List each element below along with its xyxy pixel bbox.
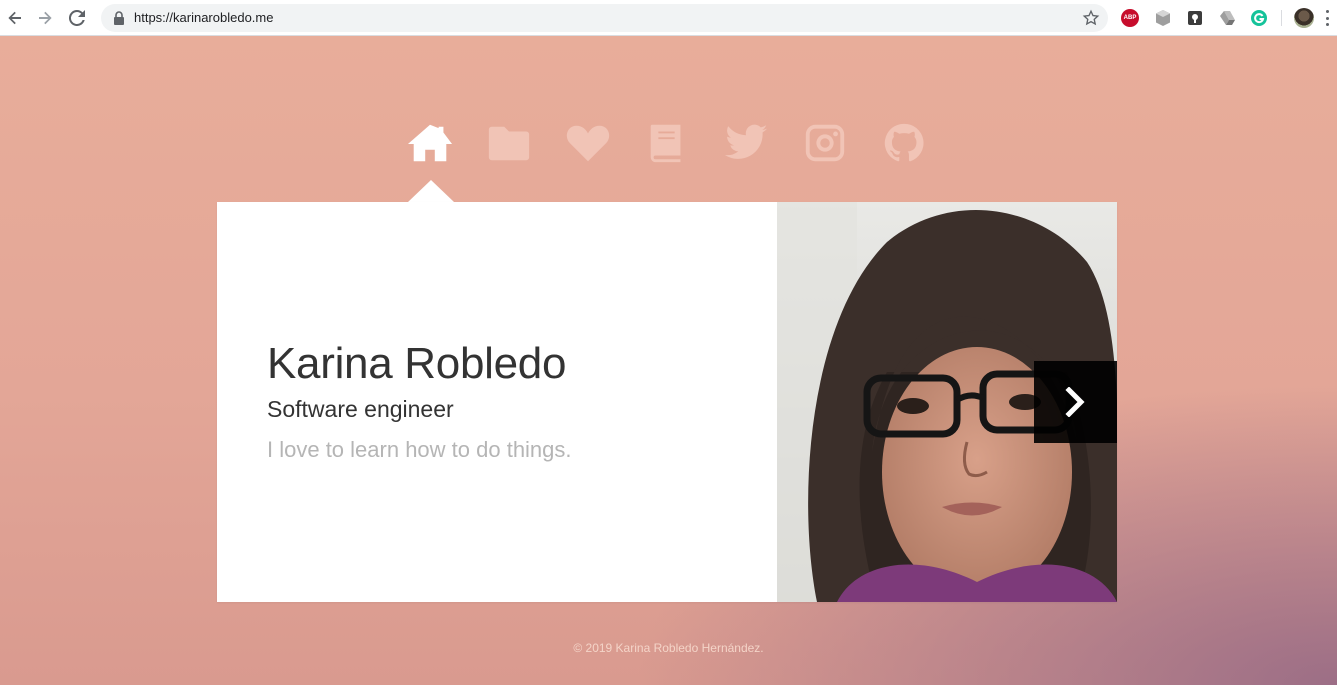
address-bar[interactable]: https://karinarobledo.me	[101, 4, 1108, 32]
bookmark-star-icon[interactable]	[1082, 9, 1100, 27]
reload-icon	[69, 10, 85, 26]
profile-text: Karina Robledo Software engineer I love …	[267, 338, 747, 463]
forward-arrow-icon	[39, 11, 52, 25]
back-button[interactable]	[3, 6, 27, 30]
reload-button[interactable]	[65, 6, 89, 30]
adblock-plus-icon[interactable]: ABP	[1121, 9, 1139, 27]
twitter-icon	[724, 124, 768, 159]
shield-extension-icon[interactable]	[1154, 9, 1172, 27]
nav-twitter-link[interactable]	[722, 120, 770, 166]
nav-likes-link[interactable]	[564, 120, 612, 166]
lock-icon	[114, 11, 124, 25]
instagram-icon	[805, 124, 845, 162]
profile-avatar[interactable]	[1294, 8, 1314, 28]
carousel-next-button[interactable]	[1034, 361, 1117, 443]
active-tab-pointer	[408, 180, 454, 202]
browser-toolbar: https://karinarobledo.me ABP	[0, 0, 1337, 36]
page-body: Karina Robledo Software engineer I love …	[0, 36, 1337, 685]
book-icon	[650, 124, 681, 163]
profile-tagline: I love to learn how to do things.	[267, 437, 572, 462]
home-icon	[407, 124, 453, 162]
nav-github-link[interactable]	[880, 120, 928, 166]
nav-home-link[interactable]	[406, 120, 454, 166]
grammarly-icon[interactable]	[1250, 9, 1268, 27]
icon-navigation	[400, 120, 940, 168]
url-text[interactable]: https://karinarobledo.me	[134, 10, 273, 25]
heart-icon	[566, 125, 610, 162]
back-arrow-icon	[8, 11, 21, 25]
browser-menu-icon[interactable]	[1326, 10, 1330, 26]
nav-portfolio-link[interactable]	[485, 120, 533, 166]
profile-name: Karina Robledo	[267, 339, 567, 388]
footer-copyright: © 2019 Karina Robledo Hernández.	[573, 641, 764, 655]
chevron-right-icon	[1064, 387, 1085, 417]
github-icon	[884, 123, 924, 162]
nav-blog-link[interactable]	[643, 120, 691, 166]
google-drive-icon[interactable]	[1218, 9, 1236, 27]
keeper-extension-icon[interactable]	[1186, 9, 1204, 27]
profile-card: Karina Robledo Software engineer I love …	[217, 202, 1117, 602]
folder-icon	[488, 126, 530, 161]
nav-instagram-link[interactable]	[801, 120, 849, 166]
toolbar-separator	[1281, 10, 1282, 26]
forward-button[interactable]	[33, 6, 57, 30]
profile-title: Software engineer	[267, 396, 454, 422]
